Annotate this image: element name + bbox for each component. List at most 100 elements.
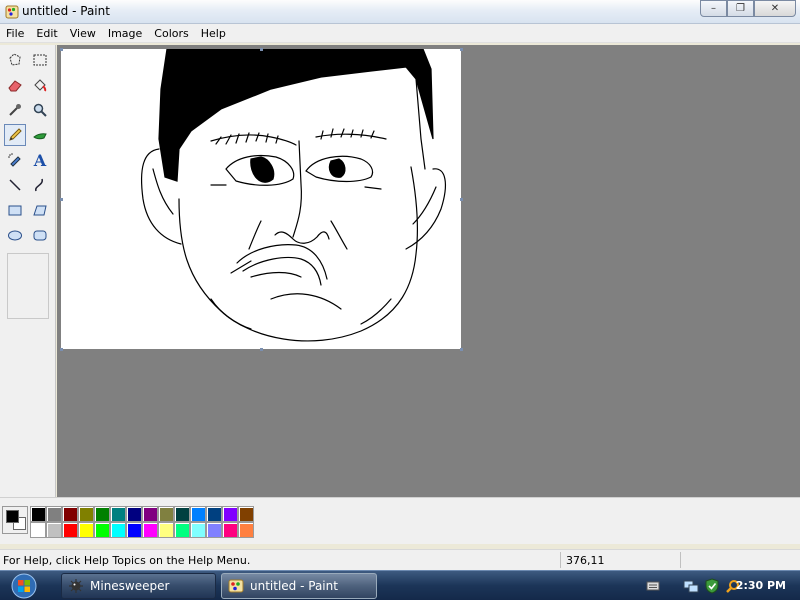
color-swatch[interactable]: [190, 522, 206, 538]
eraser-icon: [8, 80, 22, 92]
network-icon[interactable]: [683, 578, 699, 594]
tool-pencil[interactable]: [4, 124, 26, 146]
tool-fill-with-color[interactable]: [29, 74, 51, 96]
tool-magnifier[interactable]: [29, 99, 51, 121]
color-swatch-grid: [30, 506, 254, 538]
close-button[interactable]: ✕: [754, 0, 796, 17]
tool-rounded-rectangle[interactable]: [29, 224, 51, 246]
menu-file[interactable]: File: [0, 24, 30, 43]
face-drawing: [140, 48, 447, 342]
brush-icon: [33, 133, 47, 140]
taskbar: Minesweeper untitled - Paint 2:30 PM: [0, 570, 800, 600]
color-swatch[interactable]: [142, 506, 158, 522]
shield-icon[interactable]: [704, 578, 720, 594]
paint-app-icon[interactable]: [5, 5, 19, 19]
minimize-button[interactable]: –: [700, 0, 727, 17]
color-swatch[interactable]: [238, 506, 254, 522]
tool-brush[interactable]: [29, 124, 51, 146]
color-swatch[interactable]: [206, 522, 222, 538]
color-swatch[interactable]: [222, 506, 238, 522]
maximize-button[interactable]: ❐: [727, 0, 754, 17]
taskbar-button-paint[interactable]: untitled - Paint: [221, 573, 377, 599]
color-swatch[interactable]: [142, 522, 158, 538]
drawing-canvas[interactable]: [61, 48, 461, 349]
ellipse-icon: [8, 230, 22, 241]
tool-box: A: [0, 45, 56, 497]
color-swatch[interactable]: [62, 522, 78, 538]
foreground-color-swatch[interactable]: [6, 510, 19, 523]
tool-pick-color[interactable]: [4, 99, 26, 121]
start-button[interactable]: [4, 572, 44, 600]
airbrush-icon: [8, 153, 21, 167]
color-swatch[interactable]: [46, 506, 62, 522]
tool-eraser[interactable]: [4, 74, 26, 96]
title-bar[interactable]: untitled - Paint – ❐ ✕: [0, 0, 800, 24]
status-divider: [680, 552, 681, 568]
color-swatch[interactable]: [46, 522, 62, 538]
color-swatch[interactable]: [174, 506, 190, 522]
tool-rectangle[interactable]: [4, 199, 26, 221]
color-swatch[interactable]: [158, 522, 174, 538]
taskbar-button-label: untitled - Paint: [250, 579, 338, 593]
menu-image[interactable]: Image: [102, 24, 148, 43]
window-controls: – ❐ ✕: [700, 0, 796, 17]
color-swatch[interactable]: [78, 506, 94, 522]
resize-handle[interactable]: [460, 48, 463, 51]
rectangle-icon: [8, 205, 22, 216]
color-swatch[interactable]: [206, 506, 222, 522]
curve-icon: [35, 178, 43, 192]
color-swatch[interactable]: [94, 522, 110, 538]
taskbar-clock[interactable]: 2:30 PM: [736, 579, 786, 592]
lasso-icon: [9, 53, 21, 66]
window-title: untitled - Paint: [22, 4, 110, 18]
color-swatch[interactable]: [190, 506, 206, 522]
paint-icon: [228, 578, 244, 594]
color-swatch[interactable]: [110, 522, 126, 538]
tool-ellipse[interactable]: [4, 224, 26, 246]
mine-icon: [68, 578, 84, 594]
resize-handle[interactable]: [460, 198, 463, 201]
tool-curve[interactable]: [29, 174, 51, 196]
rounded-rect-icon: [33, 230, 47, 241]
color-swatch[interactable]: [222, 522, 238, 538]
tool-text[interactable]: A: [29, 149, 51, 171]
color-swatch[interactable]: [126, 506, 142, 522]
pencil-icon: [9, 128, 22, 141]
color-swatch[interactable]: [174, 522, 190, 538]
tool-free-form-select[interactable]: [4, 49, 26, 71]
resize-handle[interactable]: [60, 198, 63, 201]
color-swatch[interactable]: [126, 522, 142, 538]
windows-logo-icon: [11, 573, 37, 599]
resize-handle[interactable]: [260, 348, 263, 351]
menu-help[interactable]: Help: [195, 24, 232, 43]
color-swatch[interactable]: [78, 522, 94, 538]
color-swatch[interactable]: [30, 506, 46, 522]
color-swatch[interactable]: [30, 522, 46, 538]
keyboard-icon[interactable]: [645, 578, 661, 594]
resize-handle[interactable]: [460, 348, 463, 351]
status-help-text: For Help, click Help Topics on the Help …: [3, 554, 251, 567]
resize-handle[interactable]: [260, 48, 263, 51]
drawing-workspace[interactable]: [57, 45, 800, 497]
color-swatch[interactable]: [110, 506, 126, 522]
magnifier-icon: [33, 103, 47, 117]
line-icon: [9, 179, 21, 191]
color-swatch[interactable]: [62, 506, 78, 522]
tool-options-panel[interactable]: [7, 253, 49, 319]
resize-handle[interactable]: [60, 348, 63, 351]
current-colors[interactable]: [2, 506, 28, 534]
tool-line[interactable]: [4, 174, 26, 196]
tool-polygon[interactable]: [29, 199, 51, 221]
taskbar-button-minesweeper[interactable]: Minesweeper: [61, 573, 216, 599]
color-swatch[interactable]: [158, 506, 174, 522]
tool-airbrush[interactable]: [4, 149, 26, 171]
menu-colors[interactable]: Colors: [148, 24, 194, 43]
color-swatch[interactable]: [238, 522, 254, 538]
status-divider: [560, 552, 561, 568]
resize-handle[interactable]: [60, 48, 63, 51]
color-swatch[interactable]: [94, 506, 110, 522]
tool-select[interactable]: [29, 49, 51, 71]
menu-view[interactable]: View: [64, 24, 102, 43]
rect-select-icon: [33, 54, 47, 66]
menu-edit[interactable]: Edit: [30, 24, 63, 43]
